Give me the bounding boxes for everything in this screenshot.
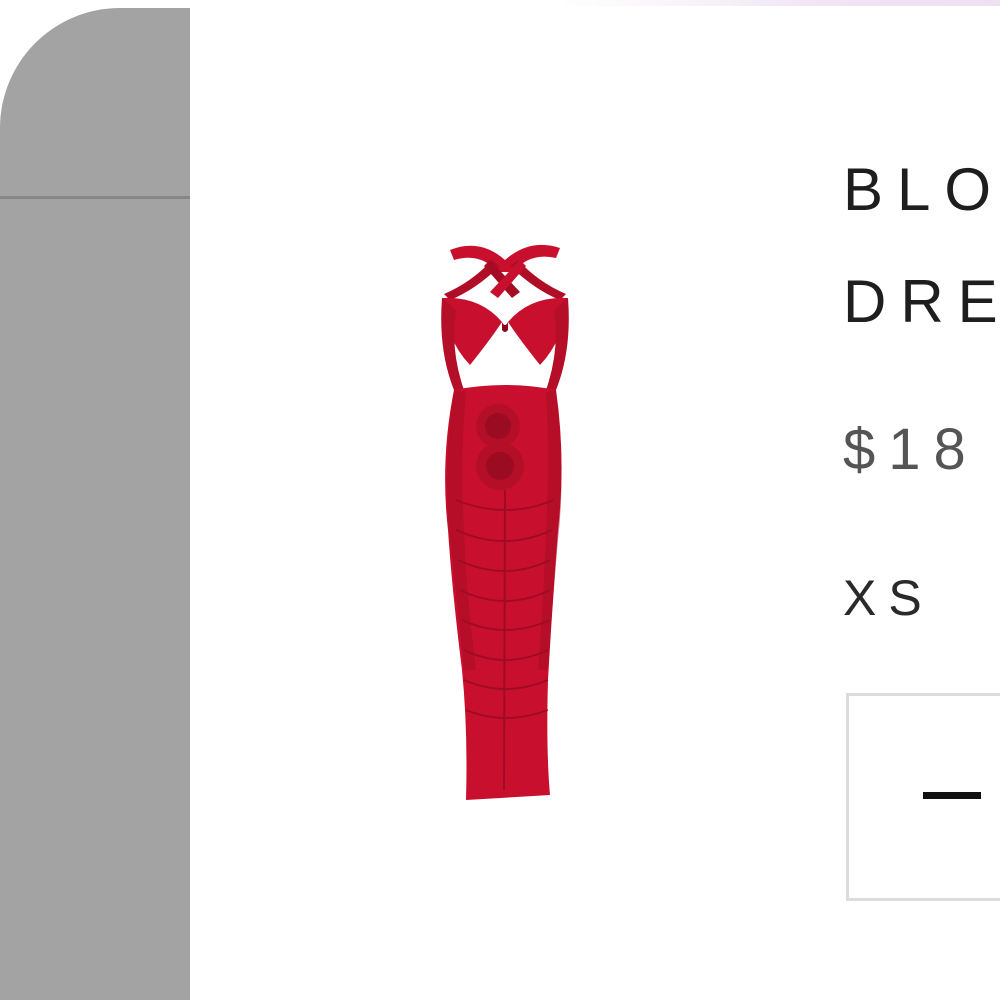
product-title-line-2: DRE	[843, 268, 1000, 332]
side-panel	[0, 8, 190, 1000]
product-price: $18	[843, 417, 979, 482]
product-title-line-1: BLO	[843, 160, 1000, 223]
product-page: BLO DRE $18 XS –	[0, 0, 1000, 1000]
selected-size[interactable]: XS	[843, 570, 934, 626]
quantity-stepper: –	[846, 693, 1000, 901]
minus-icon[interactable]: –	[923, 792, 981, 799]
top-tint-strip	[560, 0, 1000, 6]
product-image[interactable]	[380, 230, 630, 810]
product-title: BLO DRE	[843, 160, 1000, 332]
dress-illustration	[441, 244, 569, 800]
decrement-label: –	[952, 796, 953, 797]
side-panel-divider	[0, 196, 190, 199]
